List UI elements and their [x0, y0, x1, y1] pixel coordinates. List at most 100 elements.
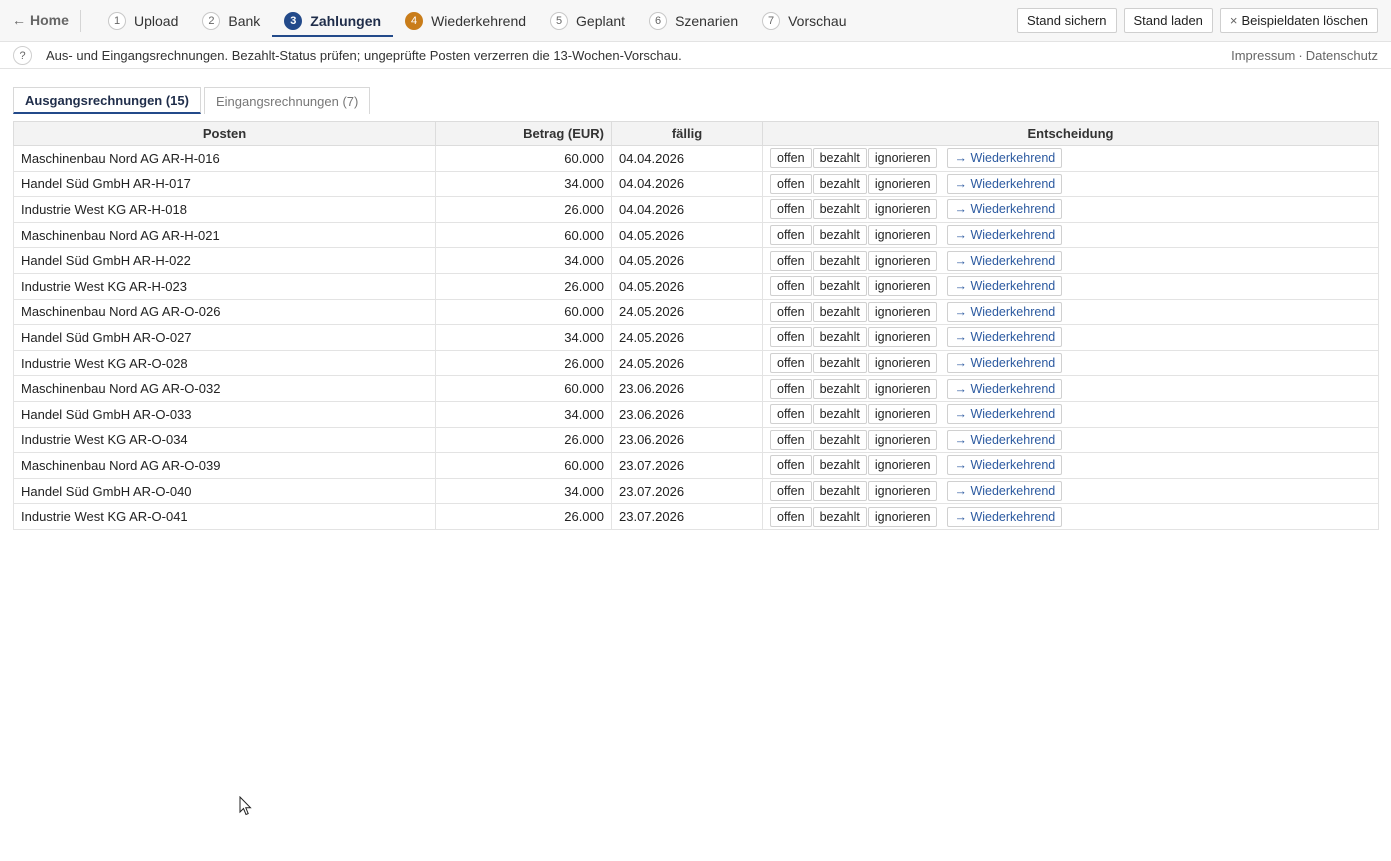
save-state-button[interactable]: Stand sichern: [1017, 8, 1117, 33]
cell-betrag: 26.000: [435, 503, 612, 530]
decision-recurring-button[interactable]: → Wiederkehrend: [947, 506, 1063, 527]
decision-paid-button[interactable]: bezahlt: [812, 429, 867, 450]
mouse-cursor-icon: [239, 796, 252, 816]
cell-faellig: 04.04.2026: [611, 145, 763, 172]
cell-betrag: 34.000: [435, 477, 612, 505]
cell-faellig: 23.07.2026: [611, 477, 763, 505]
decision-paid-button[interactable]: bezahlt: [812, 404, 867, 425]
table-row: Industrie West KG AR-O-041 26.000 23.07.20…: [13, 503, 1379, 530]
cell-betrag: 34.000: [435, 400, 612, 428]
legal-links: Impressum · Datenschutz: [1231, 48, 1378, 63]
decision-ignore-button[interactable]: ignorieren: [867, 481, 938, 502]
decision-ignore-button[interactable]: ignorieren: [867, 148, 938, 169]
decision-open-button[interactable]: offen: [770, 199, 812, 220]
cell-betrag: 26.000: [435, 349, 612, 377]
decision-ignore-button[interactable]: ignorieren: [867, 199, 938, 220]
cell-posten: Maschinenbau Nord AG AR-O-032: [13, 375, 436, 402]
decision-open-button[interactable]: offen: [770, 148, 812, 169]
cell-entscheidung: offen bezahlt ignorieren → Wiederkehrend: [762, 452, 1379, 479]
cell-betrag: 60.000: [435, 298, 612, 326]
decision-paid-button[interactable]: bezahlt: [812, 378, 867, 399]
decision-open-button[interactable]: offen: [770, 353, 812, 374]
decision-open-button[interactable]: offen: [770, 327, 812, 348]
decision-open-button[interactable]: offen: [770, 429, 812, 450]
back-arrow-icon: ←: [12, 12, 26, 28]
decision-ignore-button[interactable]: ignorieren: [867, 506, 938, 527]
decision-open-button[interactable]: offen: [770, 173, 812, 194]
step-zahlungen[interactable]: 3 Zahlungen: [272, 0, 393, 42]
table-row: Maschinenbau Nord AG AR-H-016 60.000 04.04…: [13, 145, 1379, 172]
decision-paid-button[interactable]: bezahlt: [812, 481, 867, 502]
info-bar: ? Aus- und Eingangsrechnungen. Bezahlt-S…: [0, 42, 1391, 69]
decision-paid-button[interactable]: bezahlt: [812, 225, 867, 246]
decision-recurring-button[interactable]: → Wiederkehrend: [947, 429, 1063, 450]
decision-open-button[interactable]: offen: [770, 481, 812, 502]
load-state-button[interactable]: Stand laden: [1123, 8, 1213, 33]
decision-open-button[interactable]: offen: [770, 455, 812, 476]
decision-paid-button[interactable]: bezahlt: [812, 276, 867, 297]
step-upload[interactable]: 1 Upload: [96, 0, 190, 42]
invoice-table-container: Posten Betrag (EUR) fällig Entscheidung …: [13, 121, 1379, 530]
step-vorschau[interactable]: 7 Vorschau: [750, 0, 858, 42]
decision-open-button[interactable]: offen: [770, 404, 812, 425]
table-row: Industrie West KG AR-O-028 26.000 24.05.20…: [13, 349, 1379, 377]
decision-paid-button[interactable]: bezahlt: [812, 199, 867, 220]
decision-paid-button[interactable]: bezahlt: [812, 455, 867, 476]
decision-paid-button[interactable]: bezahlt: [812, 173, 867, 194]
home-link[interactable]: ← Home: [12, 12, 69, 28]
decision-recurring-button[interactable]: → Wiederkehrend: [947, 301, 1063, 322]
decision-open-button[interactable]: offen: [770, 250, 812, 271]
step-szenarien[interactable]: 6 Szenarien: [637, 0, 750, 42]
decision-recurring-button[interactable]: → Wiederkehrend: [947, 148, 1063, 169]
table-row: Industrie West KG AR-O-034 26.000 23.06.20…: [13, 426, 1379, 454]
decision-recurring-button[interactable]: → Wiederkehrend: [947, 481, 1063, 502]
decision-paid-button[interactable]: bezahlt: [812, 301, 867, 322]
decision-ignore-button[interactable]: ignorieren: [867, 173, 938, 194]
impressum-link[interactable]: Impressum: [1231, 48, 1295, 63]
clear-sample-data-button[interactable]: × Beispieldaten löschen: [1219, 8, 1378, 33]
decision-open-button[interactable]: offen: [770, 276, 812, 297]
decision-ignore-button[interactable]: ignorieren: [867, 225, 938, 246]
cell-faellig: 04.04.2026: [611, 196, 763, 223]
decision-open-button[interactable]: offen: [770, 378, 812, 399]
decision-paid-button[interactable]: bezahlt: [812, 327, 867, 348]
decision-recurring-button[interactable]: → Wiederkehrend: [947, 225, 1063, 246]
decision-ignore-button[interactable]: ignorieren: [867, 404, 938, 425]
table-row: Maschinenbau Nord AG AR-O-039 60.000 23.07…: [13, 452, 1379, 479]
decision-recurring-button[interactable]: → Wiederkehrend: [947, 353, 1063, 374]
decision-ignore-button[interactable]: ignorieren: [867, 455, 938, 476]
cell-entscheidung: offen bezahlt ignorieren → Wiederkehrend: [762, 349, 1379, 377]
decision-recurring-button[interactable]: → Wiederkehrend: [947, 455, 1063, 476]
decision-paid-button[interactable]: bezahlt: [812, 353, 867, 374]
decision-paid-button[interactable]: bezahlt: [812, 148, 867, 169]
decision-ignore-button[interactable]: ignorieren: [867, 250, 938, 271]
decision-ignore-button[interactable]: ignorieren: [867, 276, 938, 297]
decision-paid-button[interactable]: bezahlt: [812, 506, 867, 527]
help-icon[interactable]: ?: [13, 46, 32, 65]
tab-ausgangsrechnungen[interactable]: Ausgangsrechnungen (15): [13, 87, 201, 114]
step-geplant[interactable]: 5 Geplant: [538, 0, 637, 42]
decision-ignore-button[interactable]: ignorieren: [867, 429, 938, 450]
decision-paid-button[interactable]: bezahlt: [812, 250, 867, 271]
decision-recurring-button[interactable]: → Wiederkehrend: [947, 276, 1063, 297]
cell-faellig: 04.05.2026: [611, 247, 763, 274]
decision-recurring-button[interactable]: → Wiederkehrend: [947, 199, 1063, 220]
decision-recurring-button[interactable]: → Wiederkehrend: [947, 173, 1063, 194]
decision-ignore-button[interactable]: ignorieren: [867, 327, 938, 348]
cell-betrag: 60.000: [435, 452, 612, 479]
decision-open-button[interactable]: offen: [770, 506, 812, 527]
tab-eingangsrechnungen[interactable]: Eingangsrechnungen (7): [203, 87, 371, 114]
decision-recurring-button[interactable]: → Wiederkehrend: [947, 378, 1063, 399]
decision-recurring-button[interactable]: → Wiederkehrend: [947, 404, 1063, 425]
decision-recurring-button[interactable]: → Wiederkehrend: [947, 250, 1063, 271]
decision-open-button[interactable]: offen: [770, 225, 812, 246]
step-number-badge: 6: [649, 12, 668, 30]
decision-open-button[interactable]: offen: [770, 301, 812, 322]
datenschutz-link[interactable]: Datenschutz: [1306, 48, 1378, 63]
decision-ignore-button[interactable]: ignorieren: [867, 301, 938, 322]
decision-ignore-button[interactable]: ignorieren: [867, 378, 938, 399]
step-bank[interactable]: 2 Bank: [190, 0, 272, 42]
decision-ignore-button[interactable]: ignorieren: [867, 353, 938, 374]
step-wiederkehrend[interactable]: 4 Wiederkehrend: [393, 0, 538, 42]
decision-recurring-button[interactable]: → Wiederkehrend: [947, 327, 1063, 348]
